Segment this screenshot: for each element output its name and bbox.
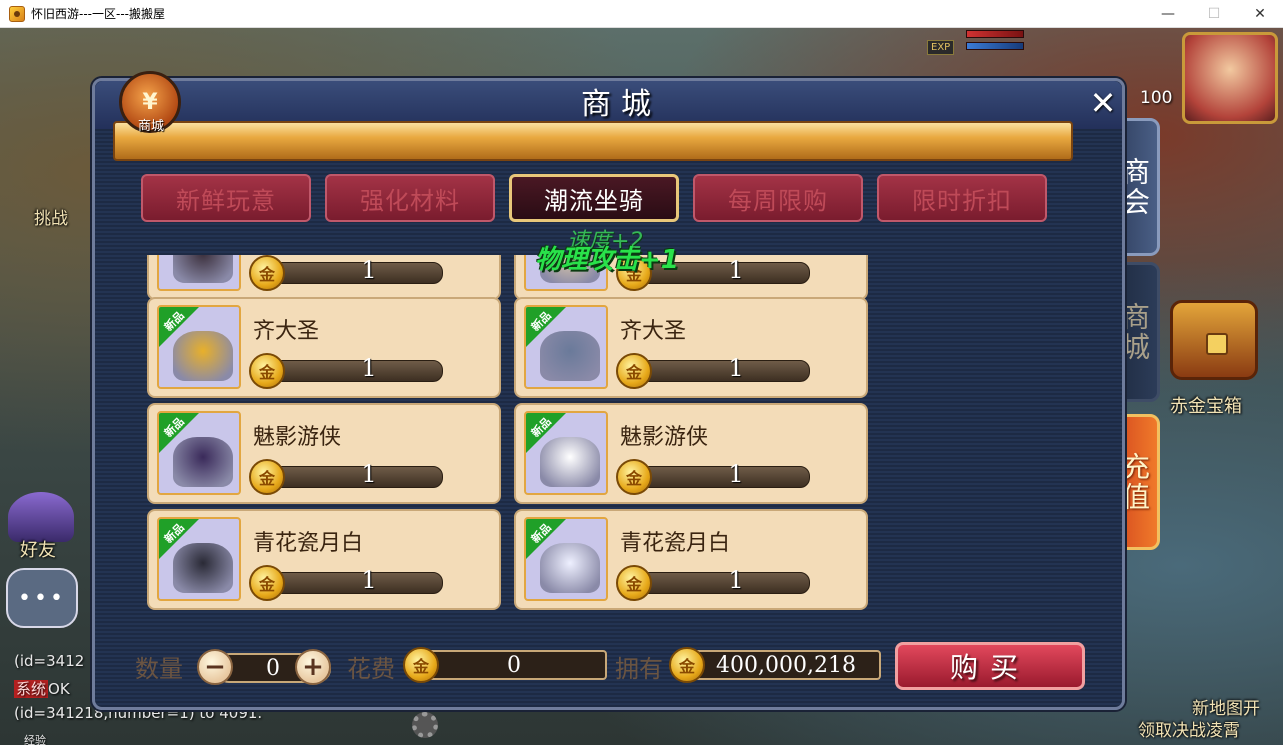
item-name: 魅影游侠 (253, 425, 342, 450)
chat-bubble-icon[interactable]: ••• (6, 568, 78, 628)
player-level: 100 (1140, 88, 1173, 108)
item-price: 1 (361, 256, 377, 284)
item-name: 青花瓷月白 (253, 531, 364, 556)
hp-bar (966, 30, 1024, 38)
mount-thumbnail[interactable] (157, 255, 241, 291)
shop-title: 商城 (581, 87, 661, 122)
player-bars (966, 30, 1024, 66)
category-tab-5[interactable]: 限时折扣 (877, 174, 1047, 222)
treasure-chest-icon[interactable] (1170, 300, 1258, 380)
mount-thumbnail[interactable]: 新品 (157, 517, 241, 601)
close-window-button[interactable]: ✕ (1237, 0, 1283, 28)
quantity-label: 数量 (135, 655, 183, 683)
mount-thumbnail[interactable]: 新品 (524, 517, 608, 601)
window-titlebar: 怀旧西游---一区---搬搬屋 — ☐ ✕ (0, 0, 1283, 28)
close-shop-button[interactable]: ✕ (1085, 84, 1121, 122)
player-avatar[interactable] (1182, 32, 1278, 124)
coin-glyph: 金 (678, 657, 695, 676)
item-card[interactable]: 金1 (147, 255, 501, 300)
coin-glyph: 金 (258, 469, 275, 488)
window-title: 怀旧西游---一区---搬搬屋 (31, 7, 165, 21)
mp-bar (966, 42, 1024, 50)
coin-icon: 金 (249, 255, 285, 291)
category-tab-4[interactable]: 每周限购 (693, 174, 863, 222)
minus-button[interactable]: − (197, 649, 233, 685)
mount-thumbnail[interactable]: 新品 (157, 411, 241, 495)
item-card[interactable]: 新品 齐大圣金 1 (514, 297, 868, 398)
item-name: 齐大圣 (620, 319, 687, 344)
item-price: 1 (361, 566, 377, 594)
shop-panel: ¥ 商城 商城 ✕ 新鲜玩意 强化材料 潮流坐骑 每周限购 限时折扣 金1金1新… (92, 71, 1125, 710)
item-price: 1 (361, 354, 377, 382)
item-price: 1 (728, 256, 744, 284)
chat-line-1: (id=3412 (14, 652, 84, 670)
category-tab-1[interactable]: 新鲜玩意 (141, 174, 311, 222)
coin-icon: 金 (249, 565, 285, 601)
coin-glyph: 金 (412, 657, 429, 676)
new-map-line2[interactable]: 领取决战凌霄 (1138, 716, 1240, 741)
item-card[interactable]: 新品 魅影游侠金 1 (514, 403, 868, 504)
coin-icon: 金 (616, 565, 652, 601)
coin-icon: 金 (669, 647, 705, 683)
shop-badge-label: 商城 (137, 119, 164, 134)
system-tag: 系统 (14, 680, 49, 698)
buy-button[interactable]: 购买 (895, 642, 1085, 690)
item-card[interactable]: 新品 青花瓷月白金 1 (514, 509, 868, 610)
coin-glyph: 金 (625, 363, 642, 382)
coin-glyph: 金 (625, 469, 642, 488)
chat-text: (id=3412 (14, 652, 85, 670)
category-tab-3-active[interactable]: 潮流坐骑 (509, 174, 679, 222)
yuan-icon: ¥ (142, 89, 158, 115)
item-grid: 金 1 金 1 新品 齐大圣金 1 新品 齐大圣金 1 新品 魅影游侠金 1 新品 魅影游侠金 1 新品 青花瓷月… (147, 255, 875, 615)
gold-banner (113, 121, 1073, 161)
item-price: 1 (728, 460, 744, 488)
item-price: 1 (728, 354, 744, 382)
plus-button[interactable]: + (295, 649, 331, 685)
challenge-label[interactable]: 挑战 (34, 204, 68, 229)
window-controls: — ☐ ✕ (1145, 0, 1283, 28)
cost-label: 花费 (347, 655, 395, 683)
owned-value: 400,000,218 (691, 650, 881, 680)
coin-icon: 金 (249, 459, 285, 495)
coin-glyph: 金 (258, 265, 275, 284)
mount-thumbnail[interactable]: 新品 (524, 411, 608, 495)
exp-label: 经验 (24, 734, 46, 745)
cost-value: 0 (421, 650, 607, 680)
item-name: 青花瓷月白 (620, 531, 731, 556)
chat-text: OK (48, 680, 70, 698)
maximize-button[interactable]: ☐ (1191, 0, 1237, 28)
mount-thumbnail[interactable]: 新品 (157, 305, 241, 389)
friend-label[interactable]: 好友 (20, 536, 56, 562)
item-price: 1 (361, 460, 377, 488)
minimize-button[interactable]: — (1145, 0, 1191, 28)
owned-label: 拥有 (615, 655, 663, 683)
mount-image (173, 255, 233, 283)
item-card[interactable]: 新品 齐大圣金 1 (147, 297, 501, 398)
friend-icon[interactable] (8, 492, 74, 542)
coin-glyph: 金 (625, 575, 642, 594)
app-icon (9, 5, 25, 22)
mount-thumbnail[interactable]: 新品 (524, 305, 608, 389)
game-window: 怀旧西游---一区---搬搬屋 — ☐ ✕ EXP 100 挑战 赤金宝箱 好友… (0, 0, 1283, 745)
chat-line-2: 系统 OK (14, 678, 70, 699)
item-card[interactable]: 新品 魅影游侠金 1 (147, 403, 501, 504)
exp-badge: EXP (927, 40, 955, 55)
item-price: 1 (728, 566, 744, 594)
coin-glyph: 金 (258, 575, 275, 594)
floating-stat: 物理攻击+1 (535, 245, 679, 275)
treasure-label[interactable]: 赤金宝箱 (1170, 392, 1242, 418)
coin-glyph: 金 (258, 363, 275, 382)
category-tab-2[interactable]: 强化材料 (325, 174, 495, 222)
item-name: 魅影游侠 (620, 425, 709, 450)
coin-icon: 金 (403, 647, 439, 683)
coin-icon: 金 (616, 353, 652, 389)
gear-icon[interactable] (412, 712, 438, 738)
coin-icon: 金 (616, 459, 652, 495)
item-name: 齐大圣 (253, 319, 320, 344)
coin-icon: 金 (249, 353, 285, 389)
item-card[interactable]: 新品 青花瓷月白金 1 (147, 509, 501, 610)
